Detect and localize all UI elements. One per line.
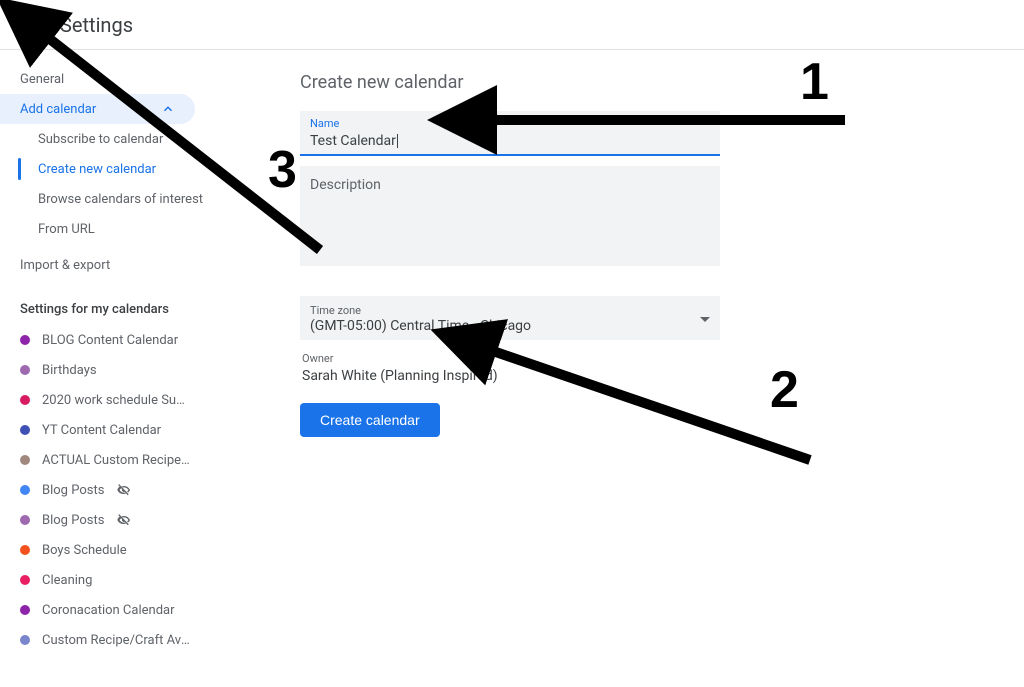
calendar-color-dot — [20, 575, 30, 585]
calendar-list-item[interactable]: Cleaning — [0, 565, 260, 595]
calendar-name: 2020 work schedule Summer — [42, 393, 192, 408]
back-button[interactable] — [16, 13, 40, 37]
create-calendar-button[interactable]: Create calendar — [300, 403, 440, 437]
calendar-name: ACTUAL Custom Recipes Due — [42, 453, 192, 468]
calendar-list-item[interactable]: Blog Posts — [0, 505, 260, 535]
owner-value: Sarah White (Planning Inspired) — [302, 368, 498, 384]
calendar-list-item[interactable]: YT Content Calendar — [0, 415, 260, 445]
chevron-down-icon — [700, 317, 710, 322]
create-calendar-form: Create new calendar Name Test Calendar D… — [260, 50, 760, 683]
arrow-left-icon — [18, 15, 38, 35]
calendar-name: Birthdays — [42, 363, 97, 378]
calendar-color-dot — [20, 485, 30, 495]
form-heading: Create new calendar — [300, 72, 720, 93]
calendar-list-item[interactable]: BLOG Content Calendar — [0, 325, 260, 355]
calendar-color-dot — [20, 425, 30, 435]
description-field[interactable]: Description — [300, 166, 720, 266]
calendar-color-dot — [20, 335, 30, 345]
description-label: Description — [310, 177, 381, 193]
calendar-list-item[interactable]: Blog Posts — [0, 475, 260, 505]
name-label: Name — [310, 117, 710, 130]
sidebar-item-subscribe[interactable]: Subscribe to calendar — [0, 124, 260, 154]
calendar-name: Custom Recipe/Craft Availa… — [42, 633, 192, 648]
timezone-label: Time zone — [310, 304, 531, 317]
visibility-off-icon — [116, 512, 132, 528]
sidebar-section-my-calendars: Settings for my calendars — [0, 280, 260, 325]
calendar-name: Boys Schedule — [42, 543, 127, 558]
calendar-list: BLOG Content Calendar Birthdays 2020 work … — [0, 325, 260, 655]
sidebar-item-create-new-calendar[interactable]: Create new calendar — [0, 154, 260, 184]
calendar-color-dot — [20, 515, 30, 525]
calendar-color-dot — [20, 635, 30, 645]
calendar-color-dot — [20, 605, 30, 615]
calendar-list-item[interactable]: Birthdays — [0, 355, 260, 385]
calendar-name: Blog Posts — [42, 513, 104, 528]
visibility-off-icon — [116, 482, 132, 498]
chevron-up-icon — [161, 102, 175, 116]
settings-sidebar: General Add calendar Subscribe to calend… — [0, 50, 260, 683]
calendar-color-dot — [20, 395, 30, 405]
content-area: General Add calendar Subscribe to calend… — [0, 50, 1024, 683]
calendar-list-item[interactable]: Boys Schedule — [0, 535, 260, 565]
sidebar-item-general[interactable]: General — [0, 64, 260, 94]
calendar-name: YT Content Calendar — [42, 423, 161, 438]
sidebar-item-add-calendar[interactable]: Add calendar — [0, 94, 195, 124]
owner-label: Owner — [302, 352, 718, 365]
calendar-name: Coronacation Calendar — [42, 603, 175, 618]
owner-block: Owner Sarah White (Planning Inspired) — [302, 352, 718, 385]
settings-topbar: Settings — [0, 0, 1024, 50]
timezone-field[interactable]: Time zone (GMT-05:00) Central Time - Chi… — [300, 296, 720, 340]
calendar-color-dot — [20, 545, 30, 555]
calendar-list-item[interactable]: Coronacation Calendar — [0, 595, 260, 625]
page-title: Settings — [60, 13, 133, 37]
calendar-list-item[interactable]: ACTUAL Custom Recipes Due — [0, 445, 260, 475]
sidebar-item-import-export[interactable]: Import & export — [0, 250, 260, 280]
sidebar-item-label: Add calendar — [20, 102, 96, 117]
timezone-value: (GMT-05:00) Central Time - Chicago — [310, 317, 531, 335]
calendar-name: Blog Posts — [42, 483, 104, 498]
sidebar-item-from-url[interactable]: From URL — [0, 214, 260, 244]
calendar-color-dot — [20, 455, 30, 465]
name-input-value: Test Calendar — [310, 133, 398, 149]
sidebar-item-browse[interactable]: Browse calendars of interest — [0, 184, 260, 214]
calendar-name: BLOG Content Calendar — [42, 333, 178, 348]
calendar-list-item[interactable]: Custom Recipe/Craft Availa… — [0, 625, 260, 655]
calendar-name: Cleaning — [42, 573, 92, 588]
calendar-color-dot — [20, 365, 30, 375]
calendar-list-item[interactable]: 2020 work schedule Summer — [0, 385, 260, 415]
name-field[interactable]: Name Test Calendar — [300, 111, 720, 156]
